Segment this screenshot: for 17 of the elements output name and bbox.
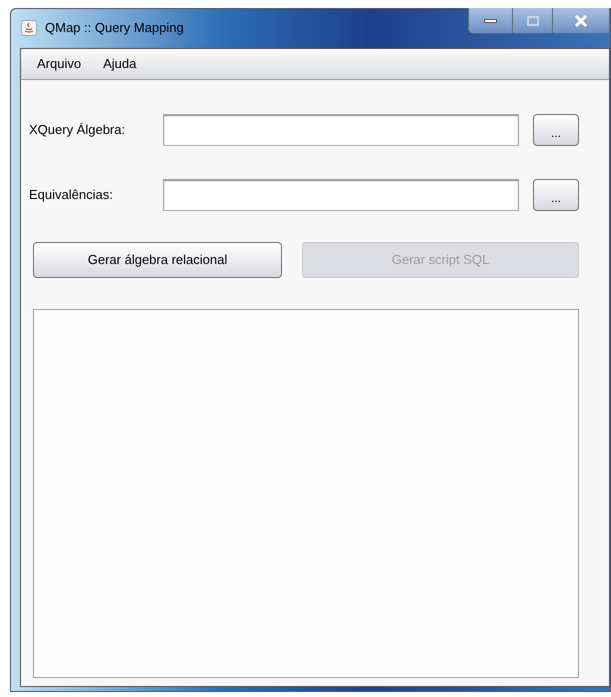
window-title: QMap :: Query Mapping [45, 19, 184, 37]
browse-button[interactable]: ... [533, 114, 579, 146]
field-label: XQuery Álgebra: [29, 120, 126, 139]
browse-button[interactable]: ... [533, 178, 579, 210]
path-field[interactable] [163, 178, 519, 210]
app-icon [21, 20, 37, 36]
maximize-icon [526, 16, 538, 26]
field-label: Equivalências: [29, 186, 114, 204]
minimize-icon [484, 18, 497, 22]
path-field[interactable] [163, 114, 519, 146]
minimize-button[interactable] [469, 8, 513, 33]
close-button[interactable] [553, 8, 609, 33]
action-button[interactable]: Gerar álgebra relacional [33, 242, 282, 278]
maximize-button[interactable] [513, 8, 553, 33]
menu-item[interactable]: Arquivo [31, 54, 88, 74]
menu-item[interactable]: Ajuda [97, 54, 142, 74]
close-icon [574, 14, 588, 26]
